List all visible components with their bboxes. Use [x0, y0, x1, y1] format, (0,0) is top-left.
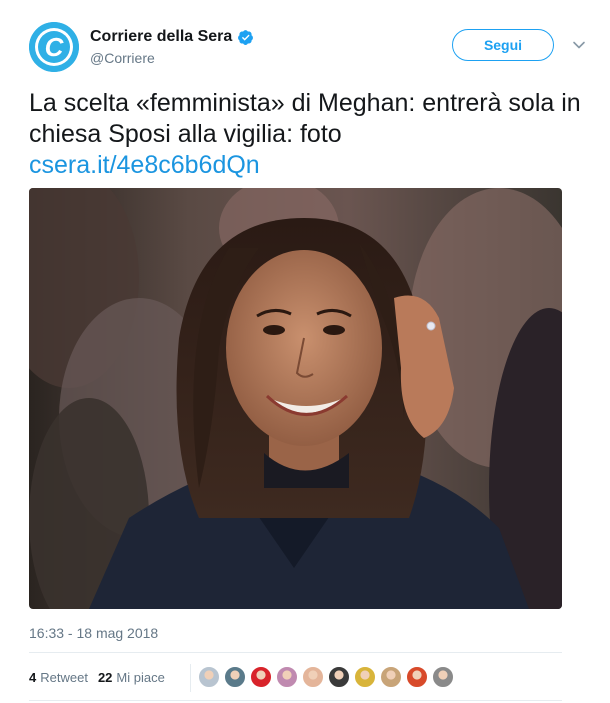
retweet-count: 4 [29, 670, 37, 685]
verified-badge-icon [238, 29, 254, 45]
corriere-logo-icon: C [29, 22, 79, 72]
follow-button[interactable]: Segui [452, 29, 554, 61]
liker-avatar-9[interactable] [406, 666, 428, 688]
liker-avatar-2[interactable] [224, 666, 246, 688]
liker-avatar-1[interactable] [198, 666, 220, 688]
account-name-row: Corriere della Sera [90, 28, 254, 46]
account-handle[interactable]: @Corriere [90, 50, 155, 66]
liker-avatar-5[interactable] [302, 666, 324, 688]
tweet-text: La scelta «femminista» di Meghan: entrer… [29, 89, 581, 148]
liker-avatar-7[interactable] [354, 666, 376, 688]
retweet-label: Retweet [40, 670, 88, 685]
likes-count: 22 [97, 670, 113, 685]
chevron-down-icon[interactable] [572, 38, 586, 52]
tweet-photo[interactable] [29, 188, 562, 609]
tweet-body: La scelta «femminista» di Meghan: entrer… [29, 88, 589, 181]
liker-avatar-4[interactable] [276, 666, 298, 688]
liker-avatar-8[interactable] [380, 666, 402, 688]
avatar-letter: C [45, 32, 65, 62]
retweet-stat[interactable]: 4 Retweet [29, 670, 88, 685]
tweet-stats: 4 Retweet 22 Mi piace [29, 670, 175, 685]
liker-avatars [198, 666, 458, 688]
divider-top [29, 652, 562, 653]
tweet-timestamp[interactable]: 16:33 - 18 mag 2018 [29, 625, 158, 641]
stats-separator [190, 664, 191, 692]
liker-avatar-10[interactable] [432, 666, 454, 688]
liker-avatar-3[interactable] [250, 666, 272, 688]
likes-label: Mi piace [116, 670, 165, 685]
liker-avatar-6[interactable] [328, 666, 350, 688]
likes-stat[interactable]: 22 Mi piace [98, 670, 165, 685]
account-avatar[interactable]: C [29, 22, 79, 72]
tweet-link[interactable]: csera.it/4e8c6b6dQn [29, 150, 589, 181]
divider-bottom [29, 700, 562, 701]
photo-image [29, 188, 562, 609]
account-display-name[interactable]: Corriere della Sera [90, 28, 232, 46]
